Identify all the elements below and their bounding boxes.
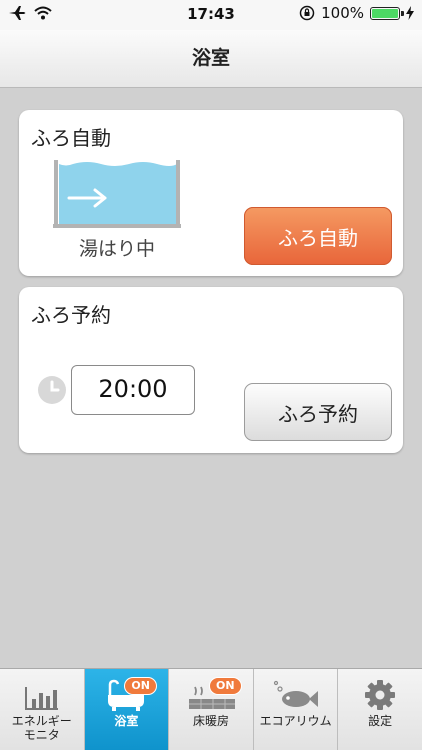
reservation-time-field[interactable]: 20:00	[71, 365, 195, 415]
tab-label-bathroom: 浴室	[114, 714, 139, 728]
tab-label-floor-heating: 床暖房	[192, 714, 229, 728]
charging-icon	[406, 6, 414, 20]
tab-floor-heating[interactable]: ON 床暖房	[169, 669, 254, 750]
bath-auto-title: ふろ自動	[31, 126, 111, 150]
bath-reserve-title: ふろ予約	[31, 303, 111, 327]
tab-settings[interactable]: 設定	[338, 669, 422, 750]
bathroom-on-badge: ON	[124, 677, 157, 695]
gear-icon	[365, 680, 396, 710]
filling-status: 湯はり中	[78, 238, 155, 260]
rotation-lock-icon	[299, 5, 315, 21]
status-bar: 17:43 100%	[0, 0, 422, 30]
bar-chart-icon	[24, 687, 58, 710]
battery-icon	[370, 6, 404, 20]
bath-auto-button[interactable]: ふろ自動	[244, 207, 392, 265]
bath-reserve-card: ふろ予約 20:00 ふろ予約	[19, 287, 403, 453]
bath-reserve-button[interactable]: ふろ予約	[244, 383, 392, 441]
fish-icon	[273, 680, 318, 707]
tab-energy-monitor[interactable]: エネルギー モニタ	[0, 669, 85, 750]
floor-heating-on-badge: ON	[208, 677, 242, 695]
tab-label-settings: 設定	[368, 714, 393, 728]
clock-icon	[38, 376, 66, 404]
page-title: 浴室	[191, 47, 230, 69]
nav-bar: 浴室	[0, 30, 422, 88]
status-right: 100%	[299, 4, 414, 22]
tab-bathroom[interactable]: ON 浴室	[84, 669, 170, 750]
bathtub-filling-icon	[53, 160, 181, 228]
bath-auto-card: ふろ自動 湯はり中 ふろ自動	[19, 110, 403, 276]
tab-label-ecoarium: エコアリウム	[259, 714, 332, 728]
tab-bar: エネルギー モニタ ON 浴室 ON 床暖房 エコアリウム 設定	[0, 668, 422, 750]
tab-label-energy-monitor: エネルギー モニタ	[11, 714, 72, 742]
tab-ecoarium[interactable]: エコアリウム	[254, 669, 339, 750]
battery-percent: 100%	[321, 4, 364, 22]
